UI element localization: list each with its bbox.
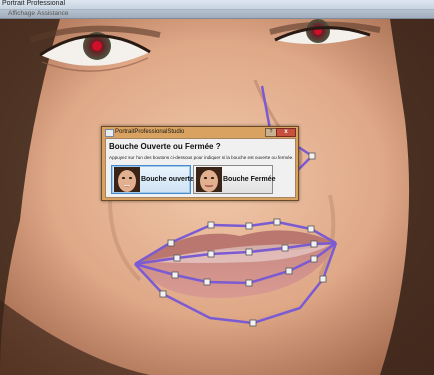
mouth-closed-button[interactable]: Bouche Fermée: [193, 165, 276, 194]
dialog-heading: Bouche Ouverte ou Fermée ?: [109, 142, 221, 151]
face-thumbnail-icon: [196, 167, 222, 192]
menu-affichage[interactable]: Affichage: [8, 9, 35, 18]
dialog-title-bar[interactable]: PortraitProfessionalStudio ? x: [102, 127, 298, 137]
face-thumbnail-icon: [114, 167, 140, 192]
mouth-open-label: Bouche ouverte: [141, 176, 194, 183]
dialog-body: Bouche Ouverte ou Fermée ? Appuyez sur l…: [105, 138, 296, 198]
mouth-open-button[interactable]: Bouche ouverte: [111, 165, 194, 194]
menu-bar: Affichage Assistance: [0, 10, 434, 19]
close-button[interactable]: x: [276, 128, 296, 137]
app-window: Portrait Professional Affichage Assistan…: [0, 0, 434, 375]
app-icon: [105, 129, 114, 137]
dialog-title: PortraitProfessionalStudio: [115, 129, 185, 135]
app-title: Portrait Professional: [2, 0, 66, 7]
mouth-state-dialog: PortraitProfessionalStudio ? x Bouche Ou…: [101, 126, 299, 201]
mouth-closed-label: Bouche Fermée: [223, 176, 276, 183]
menu-assistance[interactable]: Assistance: [37, 9, 68, 18]
dialog-instruction: Appuyez sur l'un des boutons ci-dessous …: [109, 155, 294, 160]
